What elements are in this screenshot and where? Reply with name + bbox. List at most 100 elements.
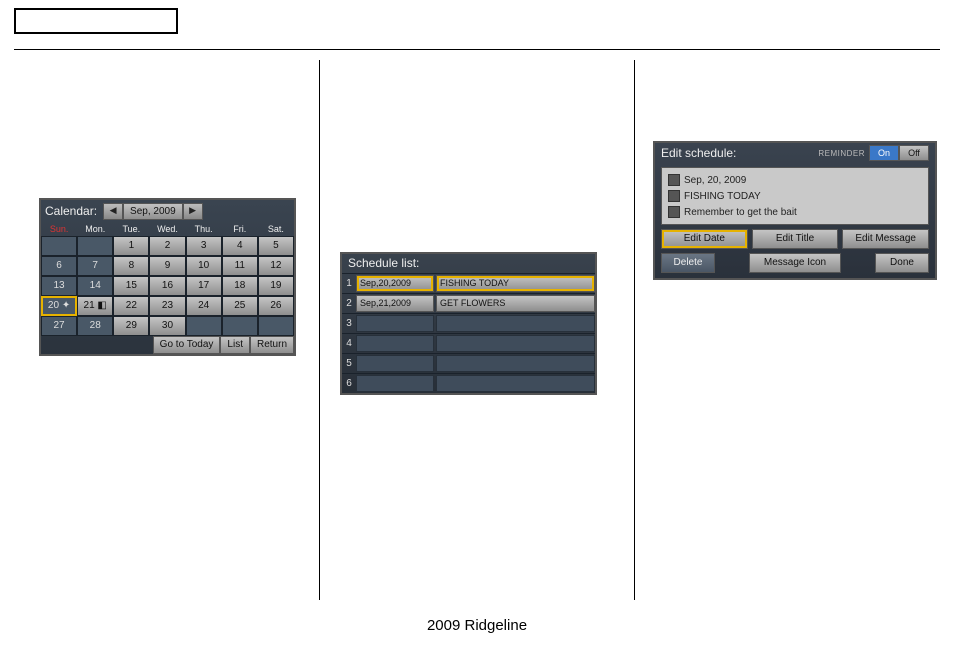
calendar-cell[interactable]: 5 bbox=[258, 236, 294, 256]
schedule-row[interactable]: 1Sep,20,2009FISHING TODAY bbox=[342, 273, 595, 293]
prev-month-button[interactable]: ◀ bbox=[103, 203, 123, 220]
calendar-cell[interactable]: 16 bbox=[149, 276, 185, 296]
calendar-cell[interactable]: 12 bbox=[258, 256, 294, 276]
calendar-cell[interactable]: 17 bbox=[186, 276, 222, 296]
calendar-cell[interactable]: 6 bbox=[41, 256, 77, 276]
edit-schedule-widget: Edit schedule: REMINDER On Off Sep, 20, … bbox=[653, 141, 937, 280]
calendar-cell[interactable]: 28 bbox=[77, 316, 113, 336]
column-divider bbox=[319, 60, 320, 600]
day-header: Fri. bbox=[222, 222, 258, 236]
day-header: Tue. bbox=[113, 222, 149, 236]
schedule-row: 3 bbox=[342, 313, 595, 333]
calendar-cell[interactable]: 8 bbox=[113, 256, 149, 276]
horizontal-rule bbox=[14, 49, 940, 50]
calendar-cell[interactable]: 27 bbox=[41, 316, 77, 336]
calendar-cell[interactable]: 3 bbox=[186, 236, 222, 256]
schedule-date: Sep, 20, 2009 bbox=[684, 175, 746, 186]
row-title bbox=[436, 355, 595, 372]
calendar-cell bbox=[222, 316, 258, 336]
row-date: Sep,20,2009 bbox=[356, 275, 434, 292]
calendar-cell[interactable]: 4 bbox=[222, 236, 258, 256]
schedule-row: 6 bbox=[342, 373, 595, 393]
calendar-cell[interactable]: 30 bbox=[149, 316, 185, 336]
calendar-cell[interactable]: 2 bbox=[149, 236, 185, 256]
row-date bbox=[356, 315, 434, 332]
calendar-cell[interactable]: 18 bbox=[222, 276, 258, 296]
row-title bbox=[436, 335, 595, 352]
day-header: Thu. bbox=[186, 222, 222, 236]
row-number: 1 bbox=[342, 278, 356, 289]
day-header-row: Sun.Mon.Tue.Wed.Thu.Fri.Sat. bbox=[41, 222, 294, 236]
schedule-row: 5 bbox=[342, 353, 595, 373]
row-date bbox=[356, 335, 434, 352]
reminder-label: REMINDER bbox=[818, 149, 865, 158]
page-footer: 2009 Ridgeline bbox=[0, 617, 954, 634]
calendar-cell[interactable]: 10 bbox=[186, 256, 222, 276]
row-date bbox=[356, 375, 434, 392]
day-header: Mon. bbox=[77, 222, 113, 236]
calendar-cell[interactable]: 21 ◧ bbox=[77, 296, 113, 316]
calendar-cell[interactable]: 14 bbox=[77, 276, 113, 296]
calendar-cell[interactable]: 11 bbox=[222, 256, 258, 276]
row-date: Sep,21,2009 bbox=[356, 295, 434, 312]
schedule-message: Remember to get the bait bbox=[684, 207, 797, 218]
delete-button[interactable]: Delete bbox=[661, 253, 715, 273]
calendar-cell bbox=[41, 236, 77, 256]
calendar-cell bbox=[186, 316, 222, 336]
calendar-header: Calendar: ◀ Sep, 2009 ▶ bbox=[41, 200, 294, 222]
calendar-cell[interactable]: 19 bbox=[258, 276, 294, 296]
schedule-title-text: FISHING TODAY bbox=[684, 191, 761, 202]
calendar-cell[interactable]: 23 bbox=[149, 296, 185, 316]
calendar-cell[interactable]: 1 bbox=[113, 236, 149, 256]
calendar-cell[interactable]: 13 bbox=[41, 276, 77, 296]
edit-schedule-title: Edit schedule: bbox=[661, 146, 818, 160]
calendar-cell[interactable]: 26 bbox=[258, 296, 294, 316]
calendar-cell[interactable]: 20 ✦ bbox=[41, 296, 77, 316]
reminder-off[interactable]: Off bbox=[899, 145, 929, 161]
schedule-list-title: Schedule list: bbox=[342, 254, 595, 273]
title-icon bbox=[668, 190, 680, 202]
table-of-contents-link[interactable] bbox=[14, 8, 178, 34]
done-button[interactable]: Done bbox=[875, 253, 929, 273]
calendar-cell[interactable]: 15 bbox=[113, 276, 149, 296]
day-header: Wed. bbox=[149, 222, 185, 236]
day-header: Sun. bbox=[41, 222, 77, 236]
row-date bbox=[356, 355, 434, 372]
calendar-footer: Go to Today List Return bbox=[41, 336, 294, 354]
row-title: GET FLOWERS bbox=[436, 295, 595, 312]
calendar-icon bbox=[668, 174, 680, 186]
calendar-cell[interactable]: 29 bbox=[113, 316, 149, 336]
row-number: 3 bbox=[342, 318, 356, 329]
row-number: 5 bbox=[342, 358, 356, 369]
schedule-row[interactable]: 2Sep,21,2009GET FLOWERS bbox=[342, 293, 595, 313]
edit-message-button[interactable]: Edit Message bbox=[842, 229, 929, 249]
schedule-list-widget: Schedule list: 1Sep,20,2009FISHING TODAY… bbox=[340, 252, 597, 395]
go-to-today-button[interactable]: Go to Today bbox=[153, 336, 221, 354]
list-button[interactable]: List bbox=[220, 336, 250, 354]
calendar-cell[interactable]: 22 bbox=[113, 296, 149, 316]
row-number: 4 bbox=[342, 338, 356, 349]
next-month-button[interactable]: ▶ bbox=[183, 203, 203, 220]
calendar-cell[interactable]: 24 bbox=[186, 296, 222, 316]
row-number: 6 bbox=[342, 378, 356, 389]
return-button[interactable]: Return bbox=[250, 336, 294, 354]
row-title bbox=[436, 375, 595, 392]
day-header: Sat. bbox=[258, 222, 294, 236]
calendar-cell[interactable]: 9 bbox=[149, 256, 185, 276]
reminder-on[interactable]: On bbox=[869, 145, 899, 161]
calendar-cell[interactable]: 7 bbox=[77, 256, 113, 276]
calendar-cell bbox=[258, 316, 294, 336]
reminder-toggle[interactable]: On Off bbox=[869, 145, 929, 161]
column-divider bbox=[634, 60, 635, 600]
edit-title-button[interactable]: Edit Title bbox=[752, 229, 839, 249]
edit-date-button[interactable]: Edit Date bbox=[661, 229, 748, 249]
calendar-widget: Calendar: ◀ Sep, 2009 ▶ Sun.Mon.Tue.Wed.… bbox=[39, 198, 296, 356]
schedule-row: 4 bbox=[342, 333, 595, 353]
calendar-cell bbox=[77, 236, 113, 256]
row-number: 2 bbox=[342, 298, 356, 309]
calendar-title: Calendar: bbox=[45, 204, 97, 218]
month-label[interactable]: Sep, 2009 bbox=[123, 203, 183, 220]
message-icon-button[interactable]: Message Icon bbox=[749, 253, 841, 273]
calendar-cell[interactable]: 25 bbox=[222, 296, 258, 316]
calendar-grid: 1234567891011121314151617181920 ✦21 ◧222… bbox=[41, 236, 294, 336]
